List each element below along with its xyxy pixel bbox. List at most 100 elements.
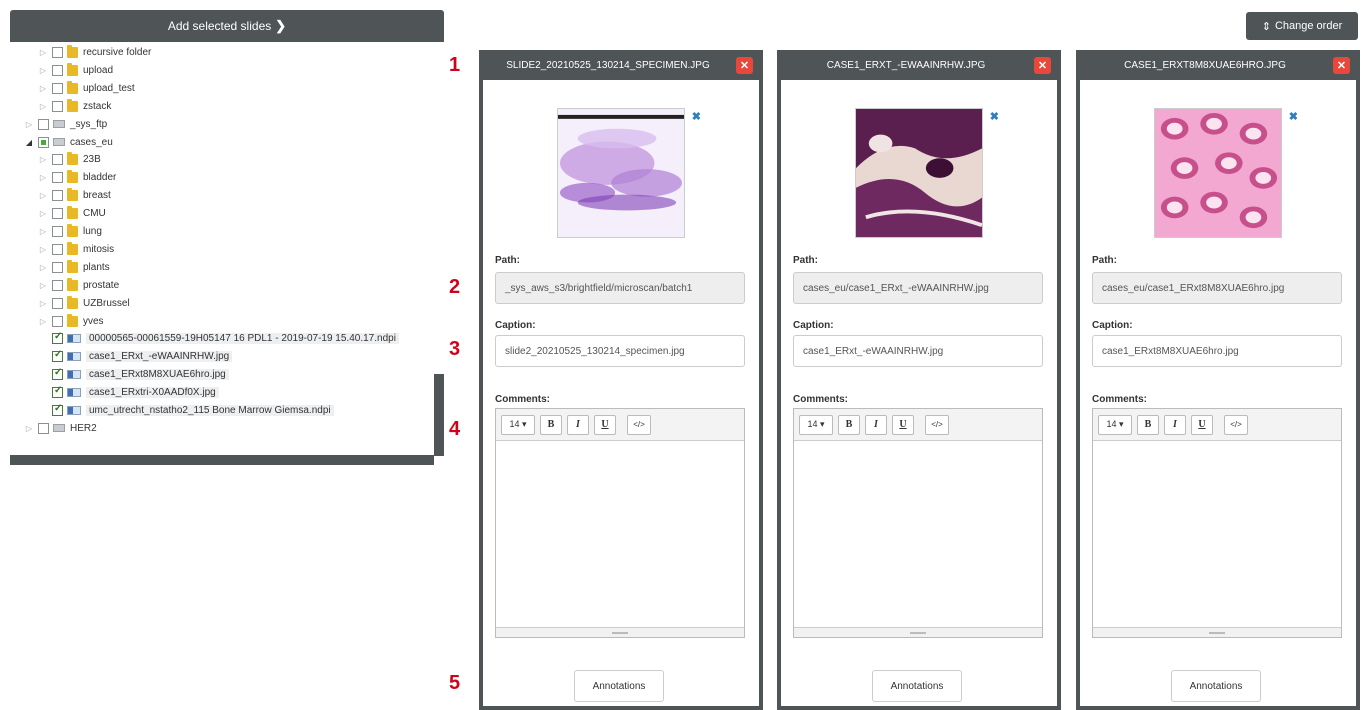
tree-checkbox[interactable] <box>52 279 63 291</box>
collapsed-arrow-icon[interactable]: ▷ <box>38 48 48 57</box>
tree-item-label[interactable]: HER2 <box>70 423 97 434</box>
expanded-arrow-icon[interactable]: ◢ <box>24 138 34 147</box>
editor-resize-handle[interactable] <box>1093 627 1341 637</box>
tree-item-label[interactable]: upload <box>83 65 113 76</box>
tree-checkbox[interactable] <box>38 118 49 130</box>
editor-resize-handle[interactable] <box>496 627 744 637</box>
path-field[interactable]: cases_eu/case1_ERxt_-eWAAINRHW.jpg <box>793 272 1043 304</box>
tree-row[interactable]: ▷ yves <box>38 313 104 330</box>
tree-item-label[interactable]: CMU <box>83 208 106 219</box>
tree-item-label[interactable]: UZBrussel <box>83 298 130 309</box>
tree-row[interactable]: ▷ prostate <box>38 277 119 294</box>
tree-row[interactable]: ▷ zstack <box>38 98 111 115</box>
tree-row[interactable]: ▷ upload <box>38 62 113 79</box>
tree-row[interactable]: ▷ CMU <box>38 205 106 222</box>
collapsed-arrow-icon[interactable]: ▷ <box>38 227 48 236</box>
tree-item-label[interactable]: yves <box>83 316 104 327</box>
collapsed-arrow-icon[interactable]: ▷ <box>38 281 48 290</box>
tree-row[interactable]: ▷ UZBrussel <box>38 295 130 312</box>
tree-row[interactable]: ▷ plants <box>38 259 110 276</box>
tree-item-label[interactable]: lung <box>83 226 102 237</box>
tree-row[interactable]: case1_ERxt_-eWAAINRHW.jpg <box>38 348 233 365</box>
tree-checkbox[interactable] <box>52 190 63 202</box>
tree-scrollbar[interactable] <box>434 42 444 456</box>
tree-checkbox[interactable] <box>52 331 63 345</box>
comments-textarea[interactable] <box>496 441 744 627</box>
code-view-button[interactable]: </> <box>627 414 651 435</box>
tree-row[interactable]: umc_utrecht_nstatho2_115 Bone Marrow Gie… <box>38 402 334 419</box>
caption-input[interactable]: slide2_20210525_130214_specimen.jpg <box>495 335 745 367</box>
underline-button[interactable]: U <box>1191 414 1213 435</box>
tree-item-label[interactable]: zstack <box>83 101 111 112</box>
tree-row[interactable]: ▷ lung <box>38 223 102 240</box>
tree-row[interactable]: ▷ 23B <box>38 151 101 168</box>
path-field[interactable]: _sys_aws_s3/brightfield/microscan/batch1 <box>495 272 745 304</box>
tree-row[interactable]: case1_ERxtri-X0AADf0X.jpg <box>38 384 219 401</box>
tree-item-label[interactable]: breast <box>83 190 111 201</box>
tree-row[interactable]: case1_ERxt8M8XUAE6hro.jpg <box>38 366 229 383</box>
remove-thumbnail-icon[interactable]: ✖ <box>990 110 999 123</box>
collapsed-arrow-icon[interactable]: ▷ <box>38 299 48 308</box>
tree-item-label[interactable]: recursive folder <box>83 47 151 58</box>
tree-checkbox[interactable] <box>38 422 49 434</box>
annotations-button[interactable]: Annotations <box>1171 670 1261 702</box>
underline-button[interactable]: U <box>892 414 914 435</box>
bold-button[interactable]: B <box>1137 414 1159 435</box>
collapsed-arrow-icon[interactable]: ▷ <box>38 209 48 218</box>
collapsed-arrow-icon[interactable]: ▷ <box>24 424 34 433</box>
tree-row[interactable]: ▷ breast <box>38 187 111 204</box>
tree-checkbox[interactable] <box>52 315 63 327</box>
add-selected-slides-button[interactable]: Add selected slides ❯ <box>10 10 444 42</box>
tree-checkbox[interactable] <box>38 136 49 148</box>
code-view-button[interactable]: </> <box>925 414 949 435</box>
tree-item-label[interactable]: case1_ERxt_-eWAAINRHW.jpg <box>86 351 233 363</box>
tree-item-label[interactable]: umc_utrecht_nstatho2_115 Bone Marrow Gie… <box>86 405 334 416</box>
annotations-button[interactable]: Annotations <box>872 670 962 702</box>
collapsed-arrow-icon[interactable]: ▷ <box>38 173 48 182</box>
tree-checkbox[interactable] <box>52 64 63 76</box>
tree-item-label[interactable]: cases_eu <box>70 137 113 148</box>
tree-checkbox[interactable] <box>52 367 63 381</box>
tree-checkbox[interactable] <box>52 243 63 255</box>
tree-checkbox[interactable] <box>52 385 63 399</box>
tree-item-label[interactable]: case1_ERxt8M8XUAE6hro.jpg <box>86 369 229 381</box>
font-size-dropdown[interactable]: 14 ▾ <box>1098 414 1132 435</box>
tree-checkbox[interactable] <box>52 47 63 58</box>
tree-checkbox[interactable] <box>52 208 63 220</box>
bold-button[interactable]: B <box>540 414 562 435</box>
underline-button[interactable]: U <box>594 414 616 435</box>
tree-checkbox[interactable] <box>52 172 63 184</box>
italic-button[interactable]: I <box>865 414 887 435</box>
collapsed-arrow-icon[interactable]: ▷ <box>38 245 48 254</box>
bold-button[interactable]: B <box>838 414 860 435</box>
tree-item-label[interactable]: plants <box>83 262 110 273</box>
tree-checkbox[interactable] <box>52 154 63 166</box>
tree-item-label[interactable]: prostate <box>83 280 119 291</box>
tree-row[interactable]: 00000565-00061559-19H05147 16 PDL1 - 201… <box>38 330 399 347</box>
tree-row[interactable]: ▷ upload_test <box>38 80 135 97</box>
comments-textarea[interactable] <box>794 441 1042 627</box>
tree-item-label[interactable]: case1_ERxtri-X0AADf0X.jpg <box>86 387 219 399</box>
tree-row[interactable]: ▷ recursive folder <box>38 44 151 61</box>
collapsed-arrow-icon[interactable]: ▷ <box>24 120 34 129</box>
tree-scrollbar-thumb[interactable] <box>434 374 444 456</box>
tree-item-label[interactable]: _sys_ftp <box>70 119 107 130</box>
tree-row[interactable]: ▷ HER2 <box>24 420 97 437</box>
comments-textarea[interactable] <box>1093 441 1341 627</box>
collapsed-arrow-icon[interactable]: ▷ <box>38 155 48 164</box>
editor-resize-handle[interactable] <box>794 627 1042 637</box>
tree-row[interactable]: ▷ _sys_ftp <box>24 116 107 133</box>
font-size-dropdown[interactable]: 14 ▾ <box>799 414 833 435</box>
tree-item-label[interactable]: mitosis <box>83 244 114 255</box>
collapsed-arrow-icon[interactable]: ▷ <box>38 84 48 93</box>
tree-checkbox[interactable] <box>52 226 63 237</box>
tree-checkbox[interactable] <box>52 100 63 112</box>
tree-item-label[interactable]: bladder <box>83 172 116 183</box>
path-field[interactable]: cases_eu/case1_ERxt8M8XUAE6hro.jpg <box>1092 272 1342 304</box>
tree-item-label[interactable]: 23B <box>83 154 101 165</box>
code-view-button[interactable]: </> <box>1224 414 1248 435</box>
collapsed-arrow-icon[interactable]: ▷ <box>38 191 48 200</box>
tree-item-label[interactable]: upload_test <box>83 83 135 94</box>
tree-checkbox[interactable] <box>52 297 63 309</box>
collapsed-arrow-icon[interactable]: ▷ <box>38 66 48 75</box>
